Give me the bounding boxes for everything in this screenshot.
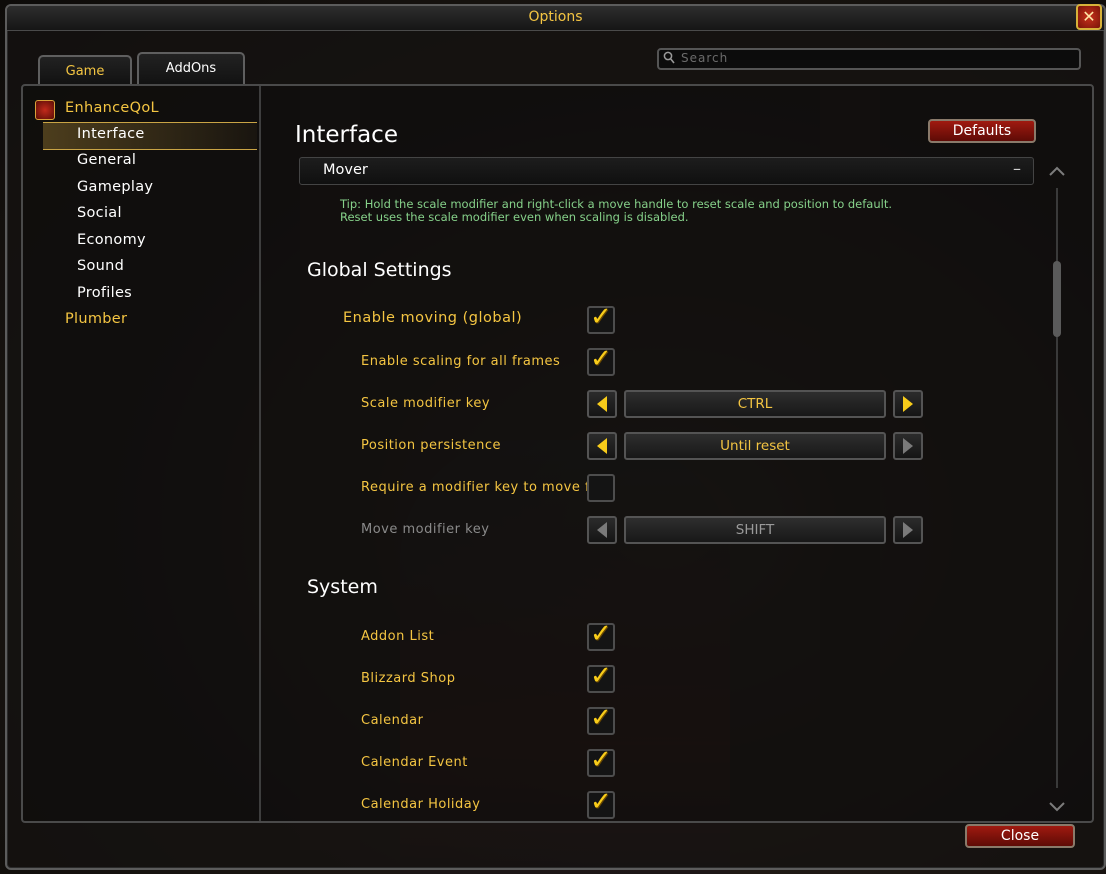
scale-modifier-dropdown[interactable]: CTRL <box>624 390 886 418</box>
search-input[interactable]: Search <box>657 48 1081 70</box>
checkmark-icon: ✓ <box>590 745 612 775</box>
scroll-up-icon[interactable] <box>1048 162 1066 181</box>
search-placeholder: Search <box>681 51 729 65</box>
sidebar-item-profiles[interactable]: Profiles <box>77 282 132 304</box>
enable-moving-label: Enable moving (global) <box>343 310 523 326</box>
tab-addons[interactable]: AddOns <box>137 52 245 84</box>
position-persistence-next-button[interactable] <box>893 432 923 460</box>
sidebar-item-gameplay[interactable]: Gameplay <box>77 176 153 198</box>
system-heading: System <box>307 576 378 598</box>
title-bar: Options ✕ <box>7 4 1104 31</box>
checkmark-icon: ✓ <box>590 787 612 817</box>
arrow-right-icon <box>903 438 913 454</box>
checkmark-icon: ✓ <box>590 302 612 332</box>
system-item-label: Calendar <box>361 713 424 728</box>
arrow-left-icon <box>597 438 607 454</box>
enable-moving-checkbox[interactable]: ✓ <box>587 302 615 334</box>
require-modifier-checkbox[interactable] <box>587 474 615 502</box>
addon-list-checkbox[interactable]: ✓ <box>587 619 615 651</box>
system-item-label: Calendar Event <box>361 755 468 770</box>
page-title: Interface <box>295 122 398 148</box>
section-header-label: Mover <box>323 162 368 178</box>
sidebar-item-plumber[interactable]: Plumber <box>65 308 127 330</box>
tip-text: Tip: Hold the scale modifier and right-c… <box>340 198 892 224</box>
move-modifier-prev-button[interactable] <box>587 516 617 544</box>
enable-scaling-label: Enable scaling for all frames <box>361 354 561 369</box>
sidebar-selection-highlight <box>43 122 257 150</box>
position-persistence-dropdown[interactable]: Until reset <box>624 432 886 460</box>
scroll-down-icon[interactable] <box>1048 798 1066 817</box>
checkmark-icon: ✓ <box>590 344 612 374</box>
arrow-left-icon <box>597 396 607 412</box>
move-modifier-dropdown[interactable]: SHIFT <box>624 516 886 544</box>
position-persistence-prev-button[interactable] <box>587 432 617 460</box>
checkmark-icon: ✓ <box>590 661 612 691</box>
sidebar-item-enhanceqol[interactable]: EnhanceQoL <box>65 97 159 119</box>
global-settings-heading: Global Settings <box>307 259 452 281</box>
defaults-button[interactable]: Defaults <box>928 119 1036 143</box>
scale-modifier-label: Scale modifier key <box>361 396 491 411</box>
sidebar-item-general[interactable]: General <box>77 149 136 171</box>
content-area: Interface Defaults Mover – Tip: Hold the… <box>261 86 1092 821</box>
addon-icon <box>35 100 55 120</box>
sidebar-item-economy[interactable]: Economy <box>77 229 146 251</box>
section-header-mover[interactable]: Mover – <box>299 157 1034 185</box>
sidebar-item-interface[interactable]: Interface <box>77 123 145 145</box>
sidebar: EnhanceQoL Interface General Gameplay So… <box>23 86 261 821</box>
options-window: Options ✕ Game AddOns Search EnhanceQoL … <box>5 4 1106 870</box>
scale-modifier-next-button[interactable] <box>893 390 923 418</box>
close-button[interactable]: Close <box>965 824 1075 848</box>
options-panel: EnhanceQoL Interface General Gameplay So… <box>21 84 1094 823</box>
scale-modifier-prev-button[interactable] <box>587 390 617 418</box>
system-item-label: Calendar Holiday <box>361 797 481 812</box>
move-modifier-label: Move modifier key <box>361 522 490 537</box>
tip-line: Reset uses the scale modifier even when … <box>340 210 689 224</box>
arrow-right-icon <box>903 522 913 538</box>
sidebar-item-social[interactable]: Social <box>77 202 122 224</box>
scrollbar-thumb[interactable] <box>1053 261 1061 337</box>
system-item-label: Blizzard Shop <box>361 671 456 686</box>
enable-scaling-checkbox[interactable]: ✓ <box>587 344 615 376</box>
sidebar-item-sound[interactable]: Sound <box>77 255 124 277</box>
calendar-checkbox[interactable]: ✓ <box>587 703 615 735</box>
arrow-left-icon <box>597 522 607 538</box>
search-icon <box>663 51 675 64</box>
calendar-holiday-checkbox[interactable]: ✓ <box>587 787 615 819</box>
arrow-right-icon <box>903 396 913 412</box>
calendar-event-checkbox[interactable]: ✓ <box>587 745 615 777</box>
tab-game[interactable]: Game <box>38 55 132 84</box>
window-title: Options <box>528 9 583 25</box>
close-icon[interactable]: ✕ <box>1076 4 1102 30</box>
system-item-label: Addon List <box>361 629 435 644</box>
collapse-icon[interactable]: – <box>1013 159 1021 178</box>
move-modifier-next-button[interactable] <box>893 516 923 544</box>
position-persistence-label: Position persistence <box>361 438 501 453</box>
checkmark-icon: ✓ <box>590 703 612 733</box>
require-modifier-label: Require a modifier key to move f... <box>361 480 604 495</box>
blizzard-shop-checkbox[interactable]: ✓ <box>587 661 615 693</box>
checkmark-icon: ✓ <box>590 619 612 649</box>
